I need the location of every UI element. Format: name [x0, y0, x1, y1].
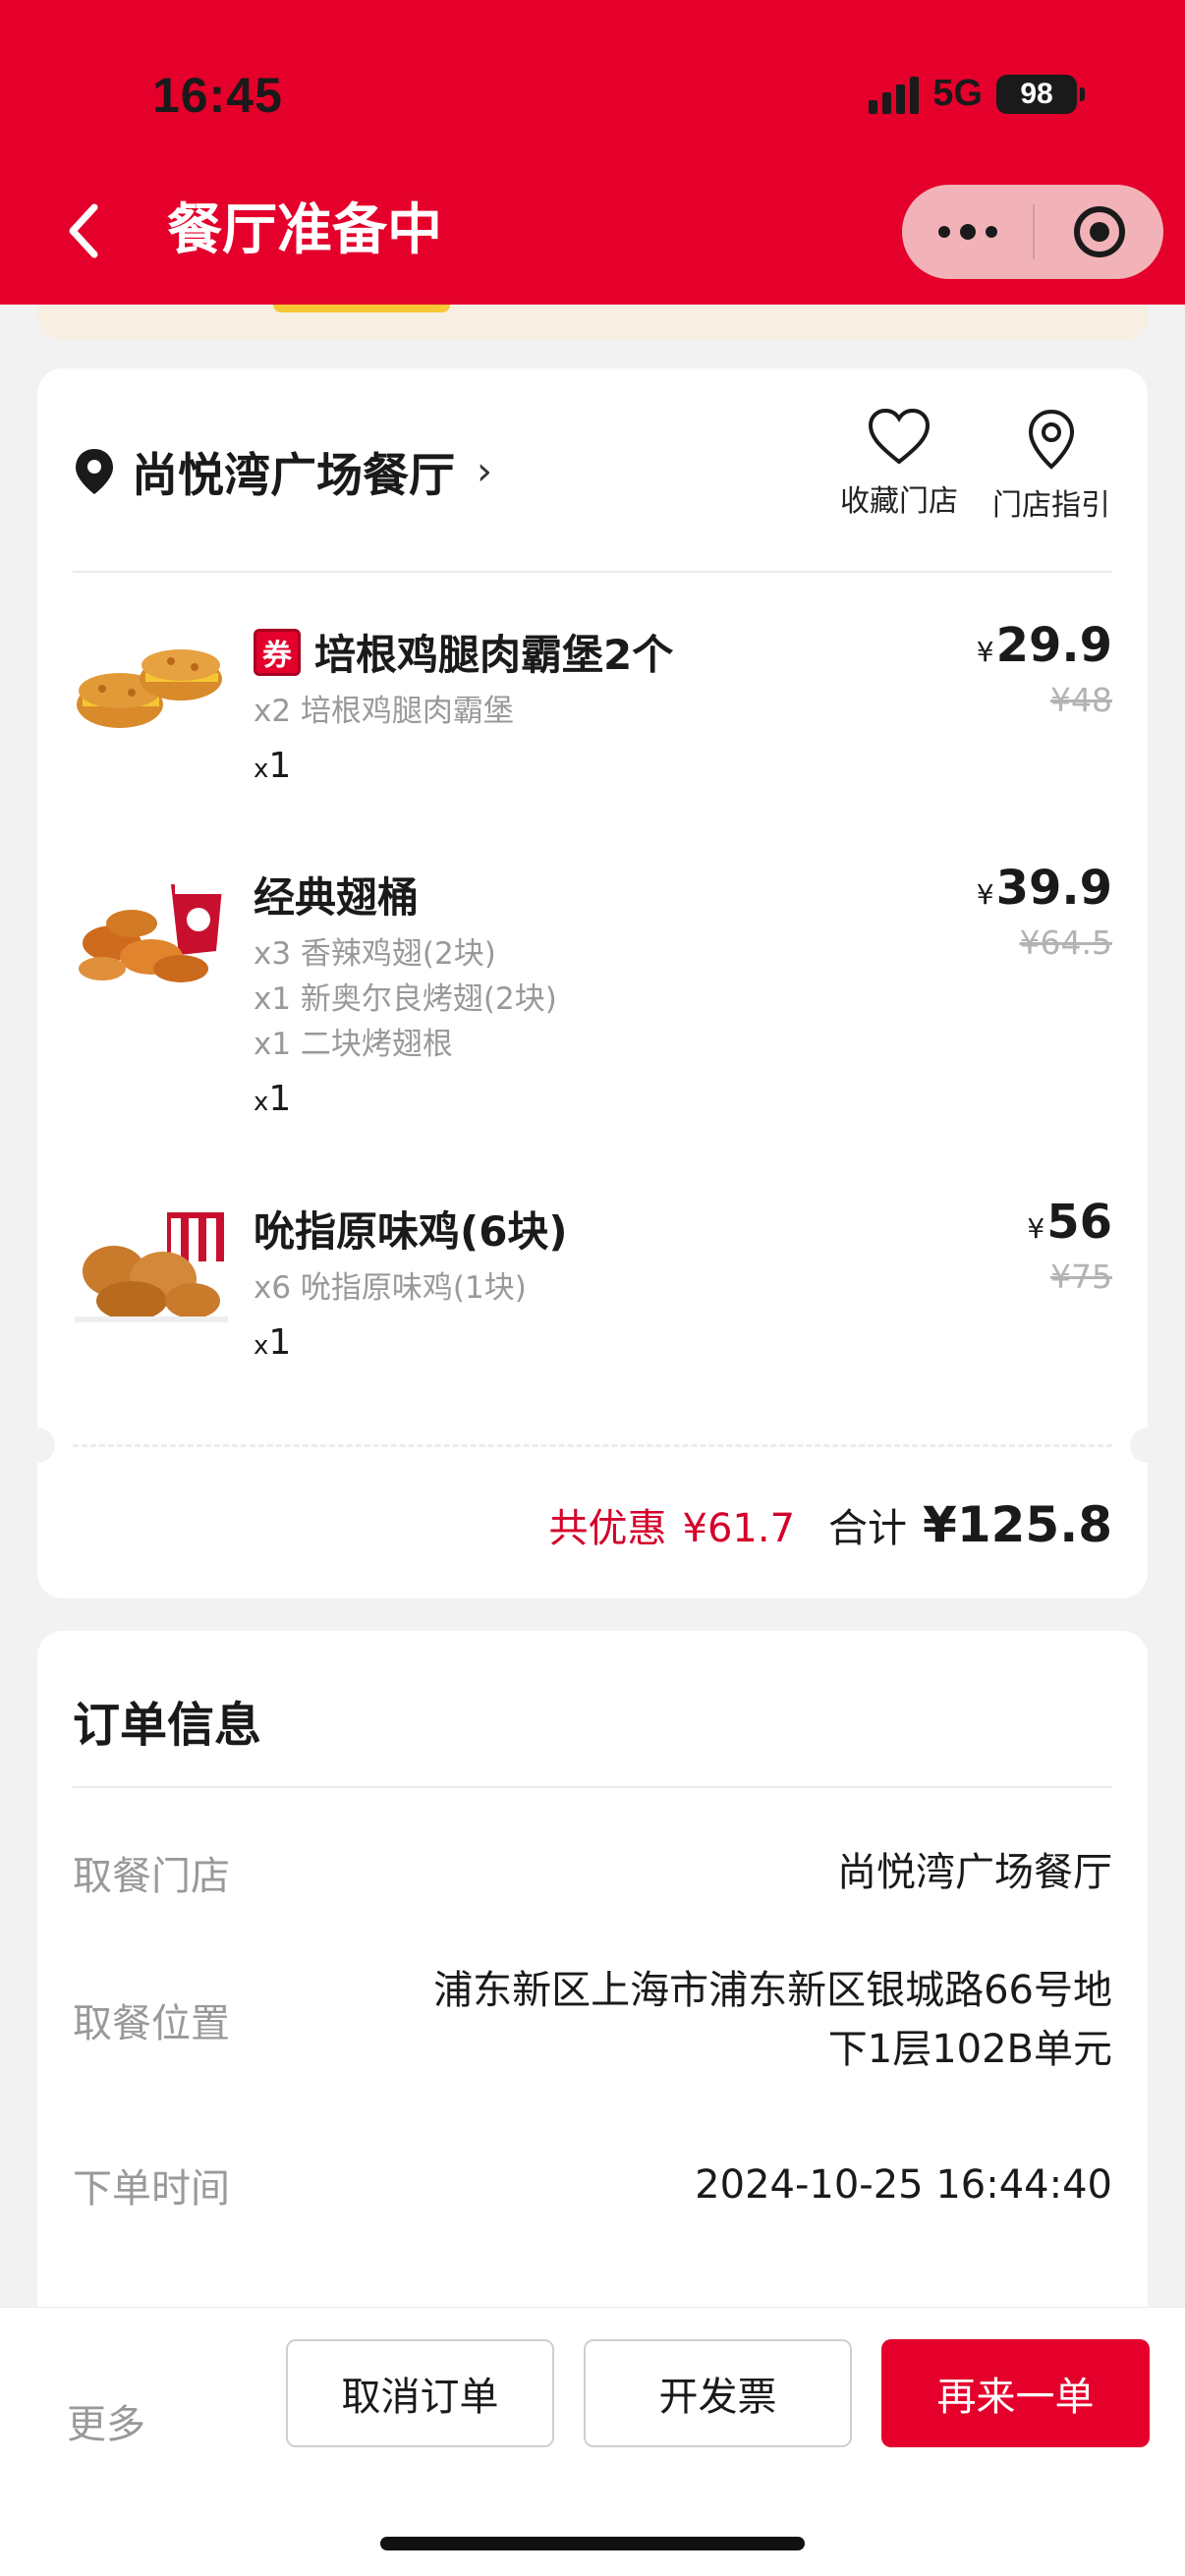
- item-component: x1 二块烤翅根: [254, 1027, 453, 1062]
- item-title-row: 经典翅桶: [254, 865, 419, 924]
- divider: [73, 1786, 1112, 1788]
- item-components: x2 培根鸡腿肉霸堡: [254, 689, 514, 734]
- chevron-right-icon: ›: [477, 448, 492, 494]
- store-guide-label: 门店指引: [992, 488, 1110, 523]
- ticket-notch: [1130, 1428, 1165, 1463]
- item-component: x1 新奥尔良烤翅(2块): [254, 981, 557, 1017]
- item-components: x6 吮指原味鸡(1块): [254, 1265, 527, 1311]
- target-circle-icon: [1073, 206, 1125, 257]
- more-dots-icon: [937, 224, 997, 240]
- item-name: 培根鸡腿肉霸堡2个: [314, 631, 674, 679]
- more-link[interactable]: 更多: [67, 2392, 145, 2449]
- pickup-location-row: 取餐位置 浦东新区上海市浦东新区银城路66号地 下1层102B单元: [73, 1961, 1112, 2079]
- status-time: 16:45: [152, 68, 283, 123]
- dashed-divider: [73, 1444, 1112, 1447]
- order-total-row: 共优惠 ¥61.7 合计 ¥125.8: [549, 1496, 1112, 1553]
- divider: [73, 571, 1112, 573]
- pickup-store-row: 取餐门店 尚悦湾广场餐厅: [73, 1843, 1112, 1902]
- store-link[interactable]: 尚悦湾广场餐厅 ›: [73, 437, 492, 505]
- back-button[interactable]: [59, 196, 108, 265]
- item-title-row: 吮指原味鸡(6块): [254, 1199, 568, 1259]
- order-time-row: 下单时间 2024-10-25 16:44:40: [73, 2156, 1112, 2214]
- heart-icon: [868, 408, 931, 465]
- pickup-location-label: 取餐位置: [73, 2001, 230, 2046]
- location-outline-icon: [1028, 409, 1075, 470]
- home-indicator[interactable]: [380, 2537, 805, 2550]
- pickup-location-value: 浦东新区上海市浦东新区银城路66号地 下1层102B单元: [433, 1968, 1112, 2072]
- item-component: x2 培根鸡腿肉霸堡: [254, 694, 514, 729]
- bottom-action-bar: 更多 取消订单 开发票 再来一单: [0, 2307, 1185, 2576]
- close-miniapp-button[interactable]: [1035, 185, 1163, 279]
- order-card: 尚悦湾广场餐厅 › 收藏门店 门店指引 券 培根鸡腿肉霸堡2个 x2 培根鸡腿肉…: [20, 368, 1165, 1598]
- store-guide-button[interactable]: 门店指引: [992, 408, 1110, 524]
- chevron-left-icon: [69, 203, 98, 258]
- item-components: x3 香辣鸡翅(2块) x1 新奥尔良烤翅(2块) x1 二块烤翅根: [254, 931, 557, 1067]
- header: 16:45 5G 98 餐厅准备中: [0, 0, 1185, 305]
- page-title: 餐厅准备中: [167, 198, 442, 262]
- total-label: 合计: [828, 1506, 908, 1551]
- ticket-notch: [20, 1428, 55, 1463]
- location-pin-icon: [76, 448, 113, 494]
- item-quantity: x1: [254, 1079, 292, 1119]
- item-component: x6 吮指原味鸡(1块): [254, 1270, 527, 1306]
- item-component: x3 香辣鸡翅(2块): [254, 936, 496, 972]
- item-quantity: x1: [254, 746, 292, 786]
- item-price: ¥29.9: [976, 618, 1112, 673]
- invoice-button[interactable]: 开发票: [584, 2339, 852, 2447]
- miniapp-capsule: [902, 185, 1163, 279]
- pickup-store-label: 取餐门店: [73, 1854, 230, 1899]
- item-price: ¥39.9: [976, 861, 1112, 916]
- item-original-price: ¥48: [1050, 681, 1112, 719]
- item-name: 吮指原味鸡(6块): [254, 1207, 568, 1256]
- order-info-title: 订单信息: [73, 1698, 262, 1753]
- order-time-label: 下单时间: [73, 2166, 230, 2212]
- wings-bucket-image: [79, 884, 222, 982]
- status-indicators: 5G 98: [869, 73, 1085, 115]
- item-price: ¥56: [1027, 1195, 1112, 1250]
- discount-value: ¥61.7: [682, 1506, 796, 1551]
- discount-label: 共优惠: [548, 1506, 667, 1551]
- item-title-row: 券 培根鸡腿肉霸堡2个: [254, 622, 673, 682]
- favorite-store-button[interactable]: 收藏门店: [840, 408, 958, 520]
- burger-image: [77, 649, 222, 728]
- item-name: 经典翅桶: [254, 873, 420, 922]
- network-label: 5G: [932, 73, 983, 114]
- store-name: 尚悦湾广场餐厅: [132, 449, 455, 503]
- favorite-store-label: 收藏门店: [840, 484, 958, 519]
- more-options-button[interactable]: [902, 185, 1033, 279]
- item-original-price: ¥64.5: [1019, 924, 1112, 962]
- item-quantity: x1: [254, 1322, 292, 1363]
- reorder-button[interactable]: 再来一单: [881, 2339, 1150, 2447]
- battery-icon: 98: [996, 74, 1085, 114]
- cancel-order-button[interactable]: 取消订单: [286, 2339, 554, 2447]
- signal-icon: [869, 75, 920, 114]
- pickup-store-value: 尚悦湾广场餐厅: [837, 1850, 1112, 1895]
- item-original-price: ¥75: [1050, 1258, 1112, 1296]
- total-value: ¥125.8: [923, 1496, 1112, 1553]
- order-time-value: 2024-10-25 16:44:40: [695, 2162, 1112, 2208]
- coupon-badge: 券: [254, 628, 301, 676]
- fried-chicken-image: [75, 1212, 228, 1322]
